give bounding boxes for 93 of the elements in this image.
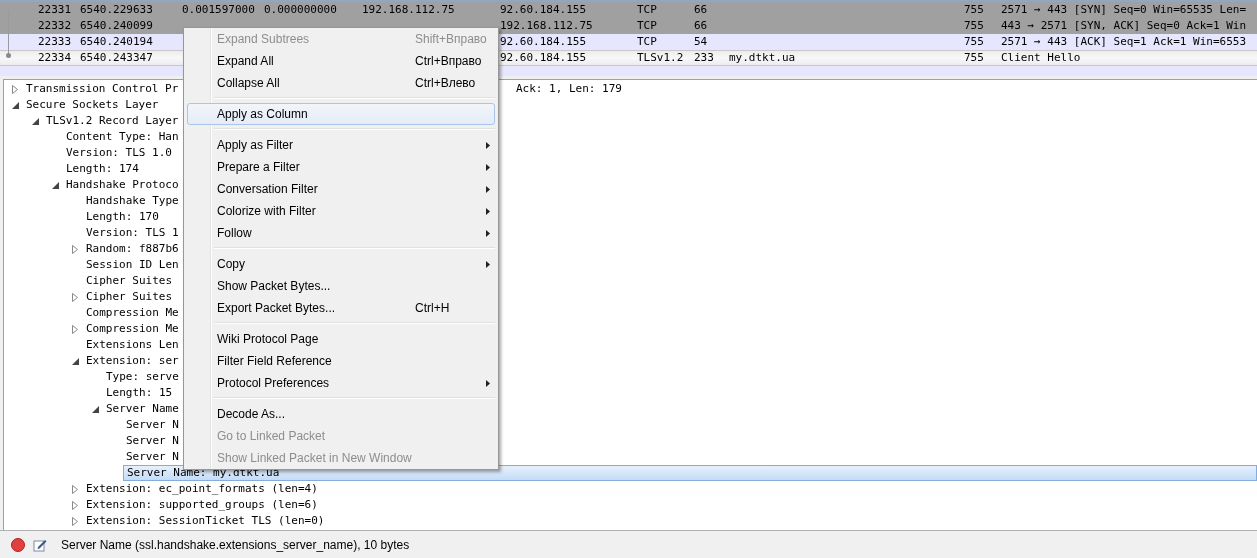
table-cell: 0.001597000: [182, 3, 255, 16]
table-cell: 22334: [38, 51, 72, 64]
tree-item[interactable]: Cipher Suites: [83, 289, 173, 305]
table-cell: TCP: [637, 19, 657, 32]
tree-item[interactable]: TLSv1.2 Record Layer: [43, 113, 179, 129]
related-packets-drawing: [6, 10, 11, 58]
menu-item[interactable]: Decode As...: [187, 403, 495, 425]
menu-item[interactable]: Copy: [187, 253, 495, 275]
menu-item[interactable]: Conversation Filter: [187, 178, 495, 200]
table-cell: TLSv1.2: [637, 51, 684, 64]
tree-item[interactable]: Server N: [123, 449, 179, 465]
table-cell: 2571 → 443 [ACK] Seq=1 Ack=1 Win=6553: [1001, 35, 1247, 48]
menu-item[interactable]: Wiki Protocol Page: [187, 328, 495, 350]
tree-item[interactable]: Handshake Type: [83, 193, 179, 209]
tree-item[interactable]: Length: 170: [83, 209, 159, 225]
table-cell: Client Hello: [1001, 51, 1081, 64]
expert-info-icon[interactable]: [11, 537, 25, 552]
table-cell: TCP: [637, 3, 657, 16]
tree-item-text: Ack: 1, Len: 179: [516, 81, 622, 97]
tree-item[interactable]: Transmission Control Pr: [23, 81, 179, 97]
triangle-right-icon[interactable]: [72, 244, 78, 254]
table-cell: 6540.240099: [80, 19, 153, 32]
triangle-down-icon[interactable]: [71, 357, 79, 365]
menu-item[interactable]: Collapse All Ctrl+Влево: [187, 72, 495, 94]
table-cell: 755: [964, 35, 984, 48]
tree-item[interactable]: Cipher Suites: [83, 273, 173, 289]
menu-item[interactable]: Colorize with Filter: [187, 200, 495, 222]
table-cell: 2571 → 443 [SYN] Seq=0 Win=65535 Len=: [1001, 3, 1247, 16]
menu-item[interactable]: Export Packet Bytes... Ctrl+H: [187, 297, 495, 319]
table-cell: 92.60.184.155: [500, 35, 587, 48]
tree-item[interactable]: Extension: SessionTicket TLS (len=0): [83, 513, 325, 529]
table-cell: 22331: [38, 3, 72, 16]
tree-item[interactable]: Server N: [123, 433, 179, 449]
triangle-right-icon[interactable]: [72, 292, 78, 302]
tree-item[interactable]: Session ID Len: [83, 257, 179, 273]
triangle-right-icon[interactable]: [72, 500, 78, 510]
table-cell: 233: [694, 51, 714, 64]
tree-item[interactable]: Extension: supported_groups (len=6): [83, 497, 318, 513]
tree-item[interactable]: Server Name: [103, 401, 179, 417]
menu-item[interactable]: Apply as Filter: [187, 134, 495, 156]
table-cell: 22333: [38, 35, 72, 48]
tree-item[interactable]: Extension: ser: [83, 353, 179, 369]
triangle-down-icon[interactable]: [91, 405, 99, 413]
tree-item[interactable]: Compression Me: [83, 305, 179, 321]
triangle-right-icon[interactable]: [72, 324, 78, 334]
table-cell: 0.000000000: [264, 3, 337, 16]
tree-item[interactable]: Version: TLS 1.0: [63, 145, 172, 161]
menu-item[interactable]: Show Packet Bytes...: [187, 275, 495, 297]
table-cell: 66: [694, 3, 708, 16]
table-cell: 192.168.112.75: [500, 19, 593, 32]
table-cell: 66: [694, 19, 708, 32]
triangle-down-icon[interactable]: [31, 117, 39, 125]
tree-item[interactable]: Length: 174: [63, 161, 139, 177]
triangle-down-icon[interactable]: [11, 101, 19, 109]
tree-item[interactable]: Server N: [123, 417, 179, 433]
tree-item[interactable]: Length: 15: [103, 385, 173, 401]
tree-item[interactable]: Secure Sockets Layer: [23, 97, 159, 113]
table-cell: 6540.229633: [80, 3, 153, 16]
triangle-right-icon[interactable]: [72, 484, 78, 494]
menu-item[interactable]: Filter Field Reference: [187, 350, 495, 372]
table-cell: 22332: [38, 19, 72, 32]
table-cell: 92.60.184.155: [500, 3, 587, 16]
status-text: Server Name (ssl.handshake.extensions_server_name), 10 bytes: [61, 537, 410, 552]
table-cell: my.dtkt.ua: [729, 51, 796, 64]
packet-row[interactable]: 22331 6540.229633 0.001597000 0.000000000 192.168.112.75 92.60.184.155 TCP 66 755 2571 → 443 [SYN] Seq=0 Win=65535 Len=: [0, 2, 1257, 18]
tree-item[interactable]: Type: serve: [103, 369, 179, 385]
table-cell: 6540.243347: [80, 51, 153, 64]
menu-item[interactable]: Apply as Column: [187, 103, 495, 125]
tree-item[interactable]: Extension: ec_point_formats (len=4): [83, 481, 318, 497]
tree-item[interactable]: Version: TLS 1: [83, 225, 179, 241]
table-cell: 755: [964, 19, 984, 32]
tree-item[interactable]: Handshake Protoco: [63, 177, 179, 193]
triangle-right-icon[interactable]: [12, 84, 18, 94]
menu-item[interactable]: Protocol Preferences: [187, 372, 495, 394]
tree-item[interactable]: Content Type: Han: [63, 129, 179, 145]
tree-item[interactable]: Compression Me: [83, 321, 179, 337]
table-cell: 192.168.112.75: [362, 3, 455, 16]
tree-item[interactable]: Random: f887b6: [83, 241, 179, 257]
table-cell: 6540.240194: [80, 35, 153, 48]
edit-icon[interactable]: [33, 537, 47, 552]
tree-item[interactable]: Server Name: my.dtkt.ua: [123, 465, 1257, 481]
packet-row[interactable]: 22332 6540.240099 192.168.112.75 TCP 66 755 443 → 2571 [SYN, ACK] Seq=0 Ack=1 Win: [0, 18, 1257, 34]
menu-item[interactable]: Follow: [187, 222, 495, 244]
table-cell: 54: [694, 35, 708, 48]
table-cell: TCP: [637, 35, 657, 48]
triangle-down-icon[interactable]: [51, 181, 59, 189]
table-cell: 755: [964, 51, 984, 64]
triangle-right-icon[interactable]: [72, 516, 78, 526]
menu-item[interactable]: Prepare a Filter: [187, 156, 495, 178]
tree-item[interactable]: Extensions Len: [83, 337, 179, 353]
table-cell: 443 → 2571 [SYN, ACK] Seq=0 Ack=1 Win: [1001, 19, 1247, 32]
table-cell: 755: [964, 3, 984, 16]
table-cell: 92.60.184.155: [500, 51, 587, 64]
